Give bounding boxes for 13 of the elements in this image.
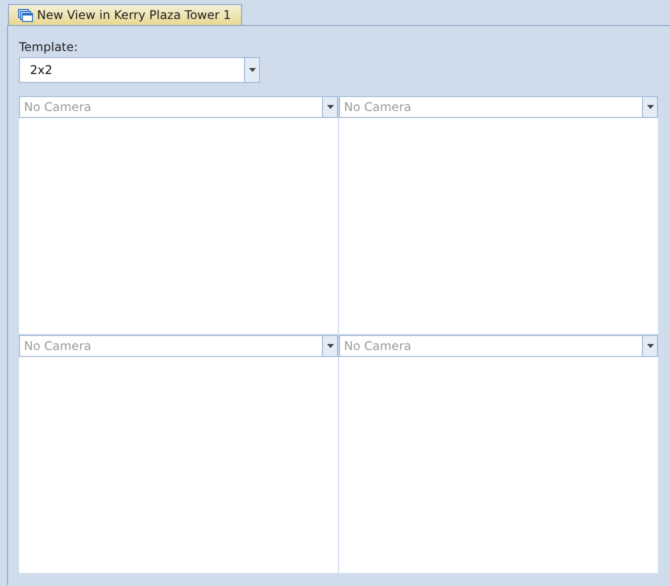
camera-dropdown[interactable]: No Camera [339, 96, 658, 118]
caret-icon [646, 344, 654, 348]
camera-dropdown[interactable]: No Camera [339, 335, 658, 357]
template-label: Template: [19, 39, 78, 55]
caret-icon [326, 344, 334, 348]
caret-icon [326, 105, 334, 109]
template-dropdown[interactable]: 2x2 [19, 57, 260, 83]
windows-icon [18, 8, 33, 22]
camera-dropdown[interactable]: No Camera [19, 96, 338, 118]
view-tab[interactable]: New View in Kerry Plaza Tower 1 [8, 4, 242, 25]
camera-dropdown[interactable]: No Camera [19, 335, 338, 357]
caret-icon [248, 68, 256, 72]
caret-icon [646, 105, 654, 109]
